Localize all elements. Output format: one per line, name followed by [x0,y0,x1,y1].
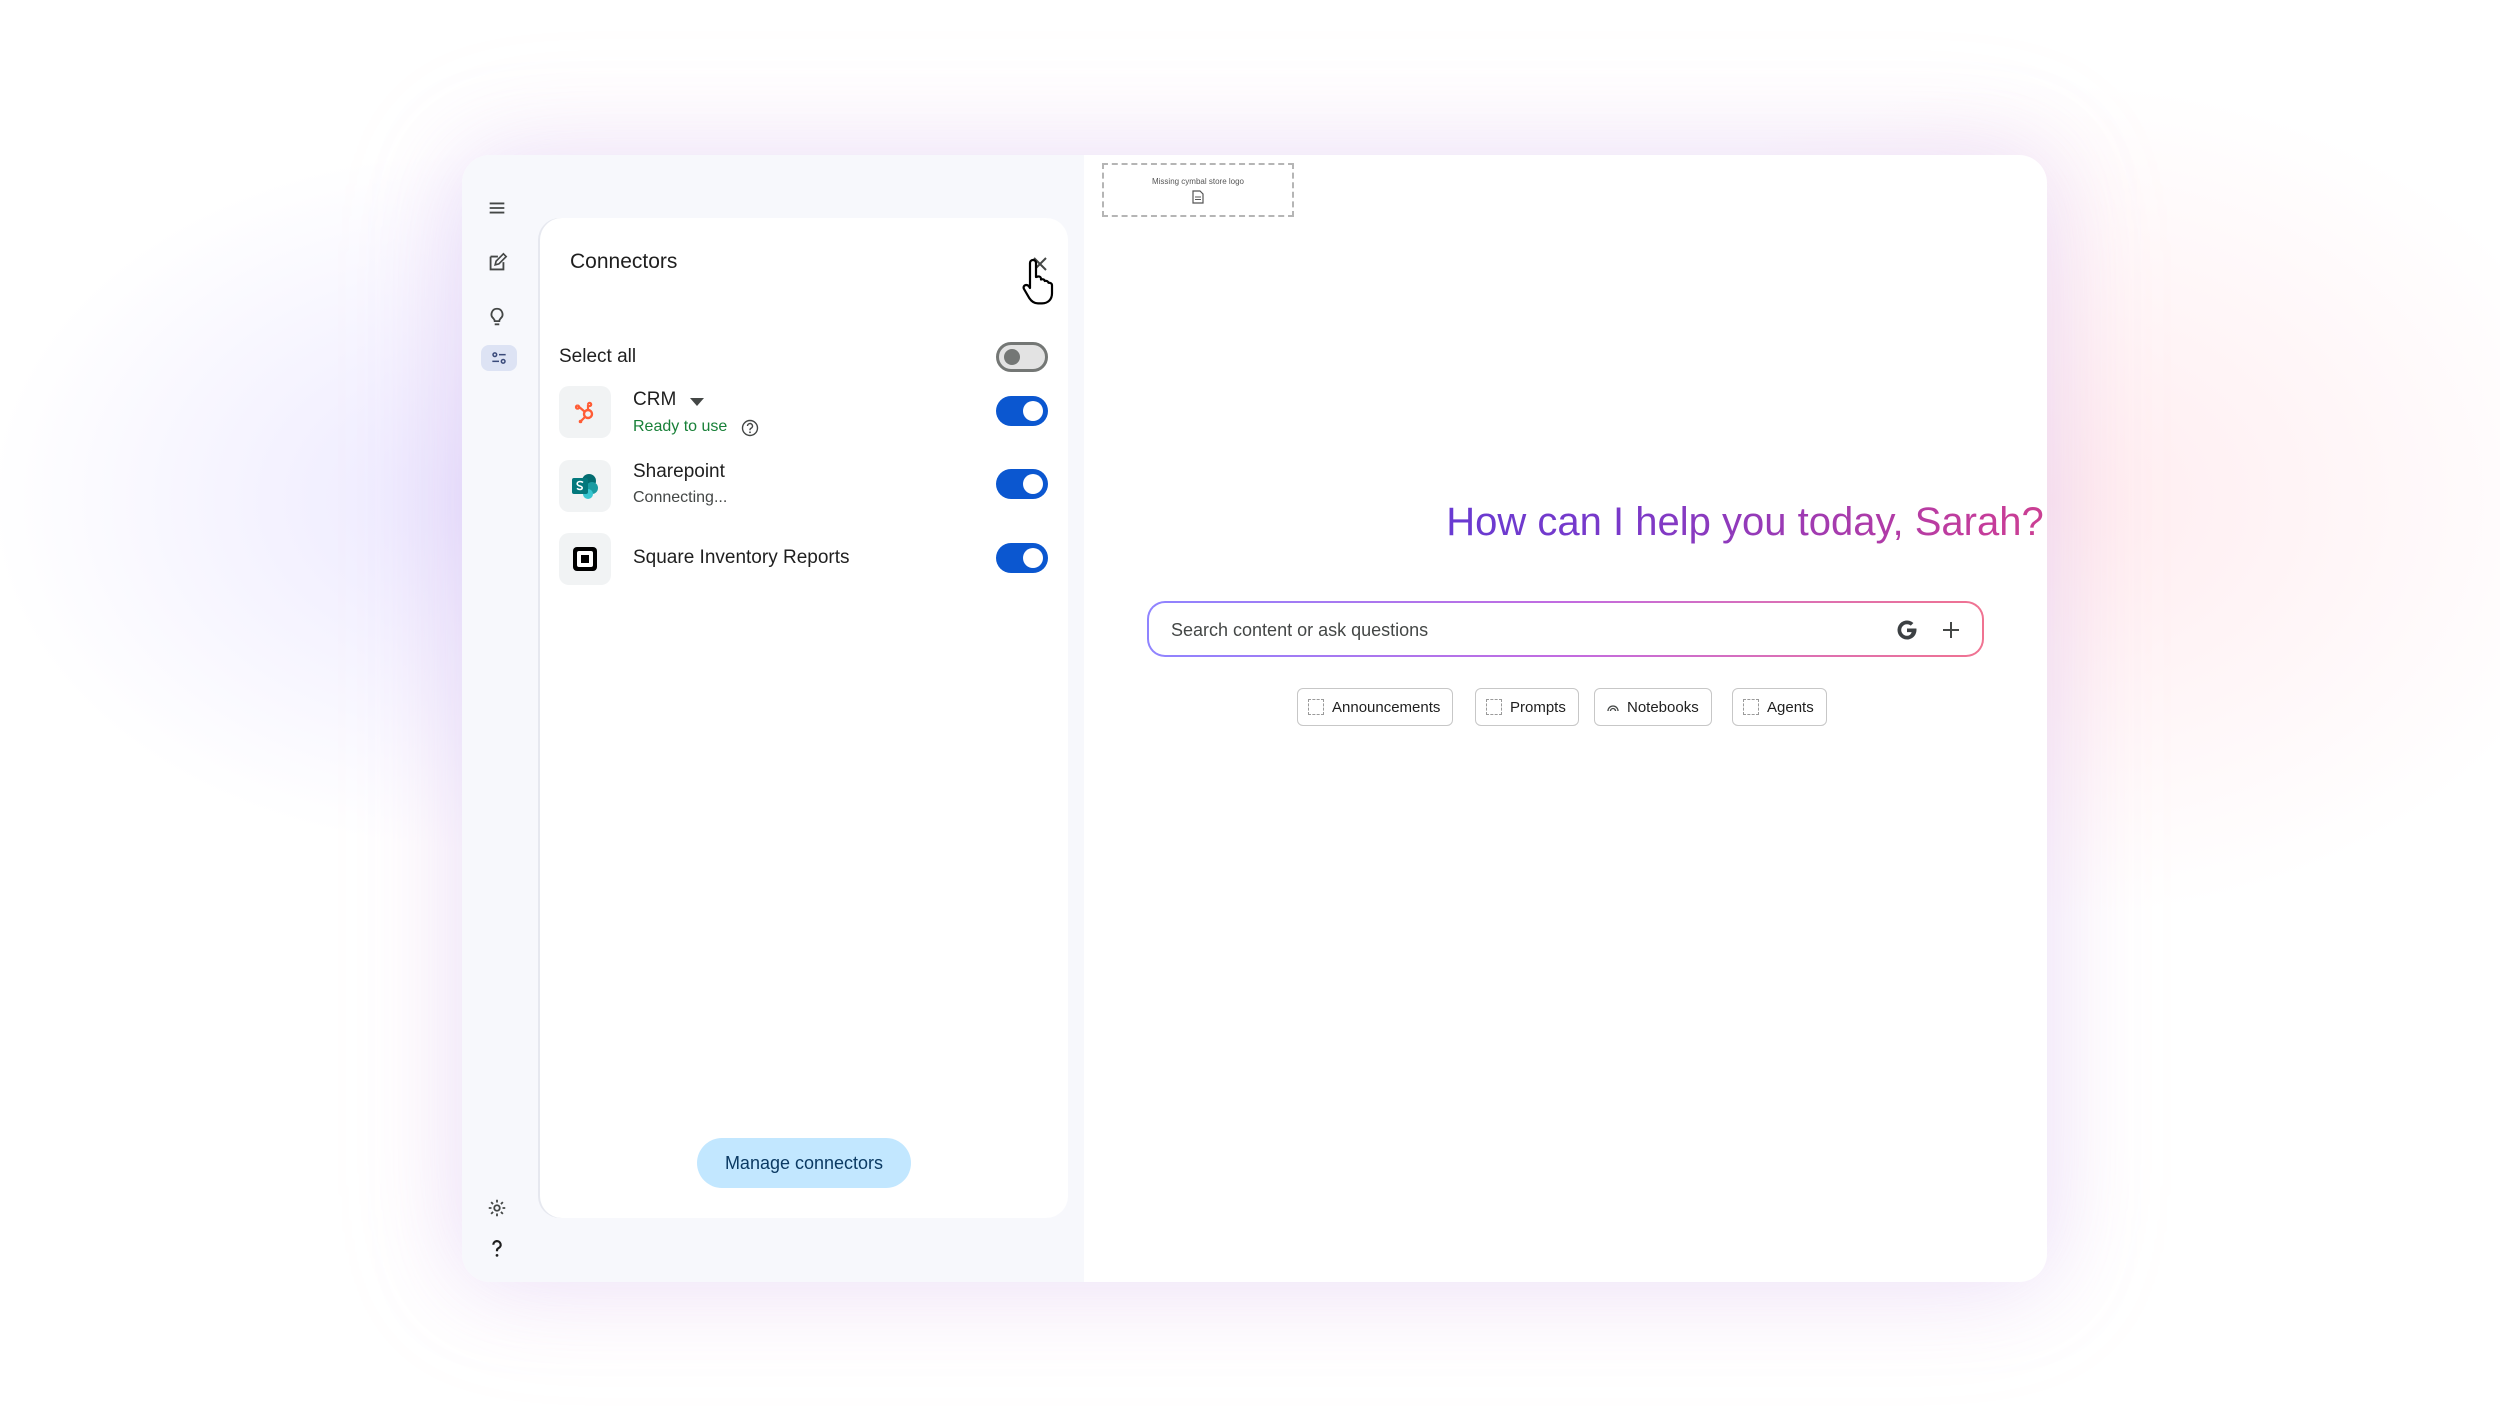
caret-down-icon[interactable] [690,397,704,407]
chip-prompts[interactable]: Prompts [1475,688,1579,726]
left-area: Connectors Select all CRM Ready to use S… [462,155,1084,1282]
notebook-icon [1607,705,1619,712]
logo-placeholder-text: Missing cymbal store logo [1151,177,1245,186]
file-icon [1192,190,1204,204]
hubspot-icon [559,386,611,438]
chip-label: Announcements [1332,698,1441,716]
help-circle-icon[interactable] [741,419,759,437]
hand-cursor-icon [1022,258,1054,305]
settings-icon[interactable] [478,1189,516,1227]
connector-name: Square Inventory Reports [633,547,850,568]
chip-label: Notebooks [1627,698,1699,716]
select-all-toggle[interactable] [996,342,1048,372]
square-toggle[interactable] [996,543,1048,573]
logo-placeholder: Missing cymbal store logo [1102,163,1294,217]
connectors-icon[interactable] [481,345,517,371]
connector-name: CRM [633,389,677,410]
greeting-heading: How can I help you today, Sarah? [1152,500,2047,545]
new-chat-icon[interactable] [478,244,516,282]
search-box [1147,601,1984,657]
placeholder-icon [1743,699,1759,715]
app-window: Connectors Select all CRM Ready to use S… [462,155,2047,1282]
lightbulb-icon[interactable] [478,298,516,336]
square-icon [559,533,611,585]
menu-icon[interactable] [478,189,516,227]
help-icon[interactable] [478,1229,516,1267]
chip-label: Agents [1767,698,1814,716]
placeholder-icon [1308,699,1324,715]
chip-agents[interactable]: Agents [1732,688,1827,726]
chip-notebooks[interactable]: Notebooks [1594,688,1712,726]
crm-toggle[interactable] [996,396,1048,426]
sharepoint-toggle[interactable] [996,469,1048,499]
chip-label: Prompts [1510,698,1566,716]
placeholder-icon [1486,699,1502,715]
select-all-label: Select all [559,346,637,367]
connector-name: Sharepoint [633,461,725,482]
connector-status: Ready to use [633,418,728,435]
search-input[interactable] [1169,603,1853,657]
chip-announcements[interactable]: Announcements [1297,688,1454,726]
google-icon[interactable] [1894,617,1920,643]
plus-icon[interactable] [1939,618,1963,642]
manage-connectors-button[interactable]: Manage connectors [697,1138,911,1188]
connector-status: Connecting... [633,489,728,506]
panel-title: Connectors [570,250,678,273]
sharepoint-icon [559,460,611,512]
connectors-panel: Connectors Select all CRM Ready to use S… [540,218,1068,1218]
